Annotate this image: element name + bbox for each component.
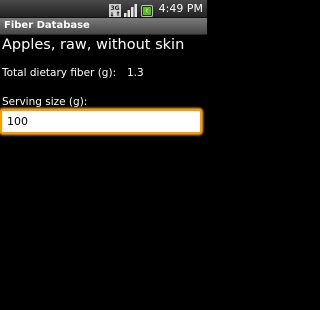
app-title: Fiber Database: [4, 20, 90, 31]
clock-time: 4:49: [158, 2, 184, 15]
network-3g-icon: 3G: [108, 2, 121, 17]
serving-size-input[interactable]: [0, 109, 202, 134]
screen: 3G 4:49 PM Fiber Database Apples, raw, w…: [0, 0, 207, 310]
battery-icon: [140, 2, 153, 17]
status-clock: 4:49 PM: [159, 2, 203, 15]
status-icons: 3G 4:49 PM: [108, 1, 203, 17]
fiber-row: Total dietary fiber (g): 1.3: [2, 65, 202, 81]
svg-text:3G: 3G: [110, 5, 119, 12]
fiber-label: Total dietary fiber (g):: [2, 67, 117, 79]
fiber-value: 1.3: [127, 67, 144, 79]
signal-strength-icon: [123, 2, 138, 17]
status-bar: 3G 4:49 PM: [0, 0, 207, 18]
food-name: Apples, raw, without skin: [2, 37, 185, 53]
serving-size-label: Serving size (g):: [2, 96, 88, 108]
app-title-bar: Fiber Database: [0, 18, 207, 35]
clock-suffix: PM: [186, 2, 203, 15]
